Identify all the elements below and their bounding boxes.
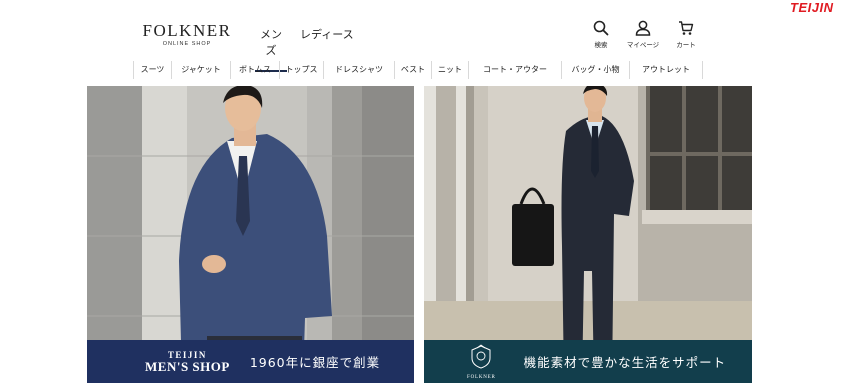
category-knits[interactable]: ニット bbox=[431, 61, 468, 79]
mypage-label: マイページ bbox=[626, 41, 660, 49]
category-jackets[interactable]: ジャケット bbox=[171, 61, 230, 79]
folkner-panel[interactable]: FOLKNER 機能素材で豊かな生活をサポート bbox=[424, 86, 752, 383]
folkner-crest-logo: FOLKNER bbox=[467, 343, 496, 380]
mypage-button[interactable]: マイページ bbox=[623, 20, 663, 49]
crest-icon bbox=[471, 343, 491, 369]
teijin-mens-shop-logo-line2: MEN'S SHOP bbox=[145, 358, 230, 374]
folkner-logo[interactable]: FOLKNER ONLINE SHOP bbox=[142, 21, 232, 48]
user-icon bbox=[635, 20, 651, 36]
search-icon bbox=[593, 20, 609, 36]
category-vests[interactable]: ベスト bbox=[394, 61, 431, 79]
teijin-mens-shop-logo: TEIJIN MEN'S SHOP bbox=[145, 350, 230, 374]
brand-subtitle: ONLINE SHOP bbox=[162, 41, 212, 47]
search-button[interactable]: 検索 bbox=[581, 20, 621, 49]
teijin-banner[interactable]: TEIJIN MEN'S SHOP 1960年に銀座で創業 bbox=[87, 340, 414, 383]
search-label: 検索 bbox=[594, 41, 608, 49]
category-coats-outer[interactable]: コート・アウター bbox=[468, 61, 561, 79]
brand-name: FOLKNER bbox=[142, 21, 232, 40]
folkner-banner-text: 機能素材で豊かな生活をサポート bbox=[523, 355, 727, 370]
hero-photo-man-with-bag bbox=[424, 86, 752, 383]
category-dress-shirts[interactable]: ドレスシャツ bbox=[323, 61, 394, 79]
teijin-mens-shop-panel[interactable]: TEIJIN MEN'S SHOP 1960年に銀座で創業 bbox=[87, 86, 414, 383]
tab-ladies[interactable]: レディース bbox=[300, 26, 354, 42]
teijin-banner-text: 1960年に銀座で創業 bbox=[249, 355, 381, 370]
category-suits[interactable]: スーツ bbox=[133, 61, 171, 79]
folkner-banner[interactable]: FOLKNER 機能素材で豊かな生活をサポート bbox=[424, 340, 752, 383]
folkner-crest-label: FOLKNER bbox=[467, 374, 496, 380]
site-header: FOLKNER ONLINE SHOP メンズ レディース 検索 マイページ カ… bbox=[0, 0, 864, 72]
cart-label: カート bbox=[676, 41, 696, 49]
hero-photo-man-in-navy-jacket bbox=[87, 86, 414, 383]
cart-icon bbox=[679, 21, 694, 35]
category-bags-accessories[interactable]: バッグ・小物 bbox=[561, 61, 629, 79]
cart-button[interactable]: カート bbox=[666, 20, 706, 49]
category-outlet[interactable]: アウトレット bbox=[629, 61, 703, 79]
category-tops[interactable]: トップス bbox=[279, 61, 323, 79]
category-bottoms[interactable]: ボトムス bbox=[230, 61, 279, 79]
category-nav: スーツ ジャケット ボトムス トップス ドレスシャツ ベスト ニット コート・ア… bbox=[133, 61, 703, 81]
